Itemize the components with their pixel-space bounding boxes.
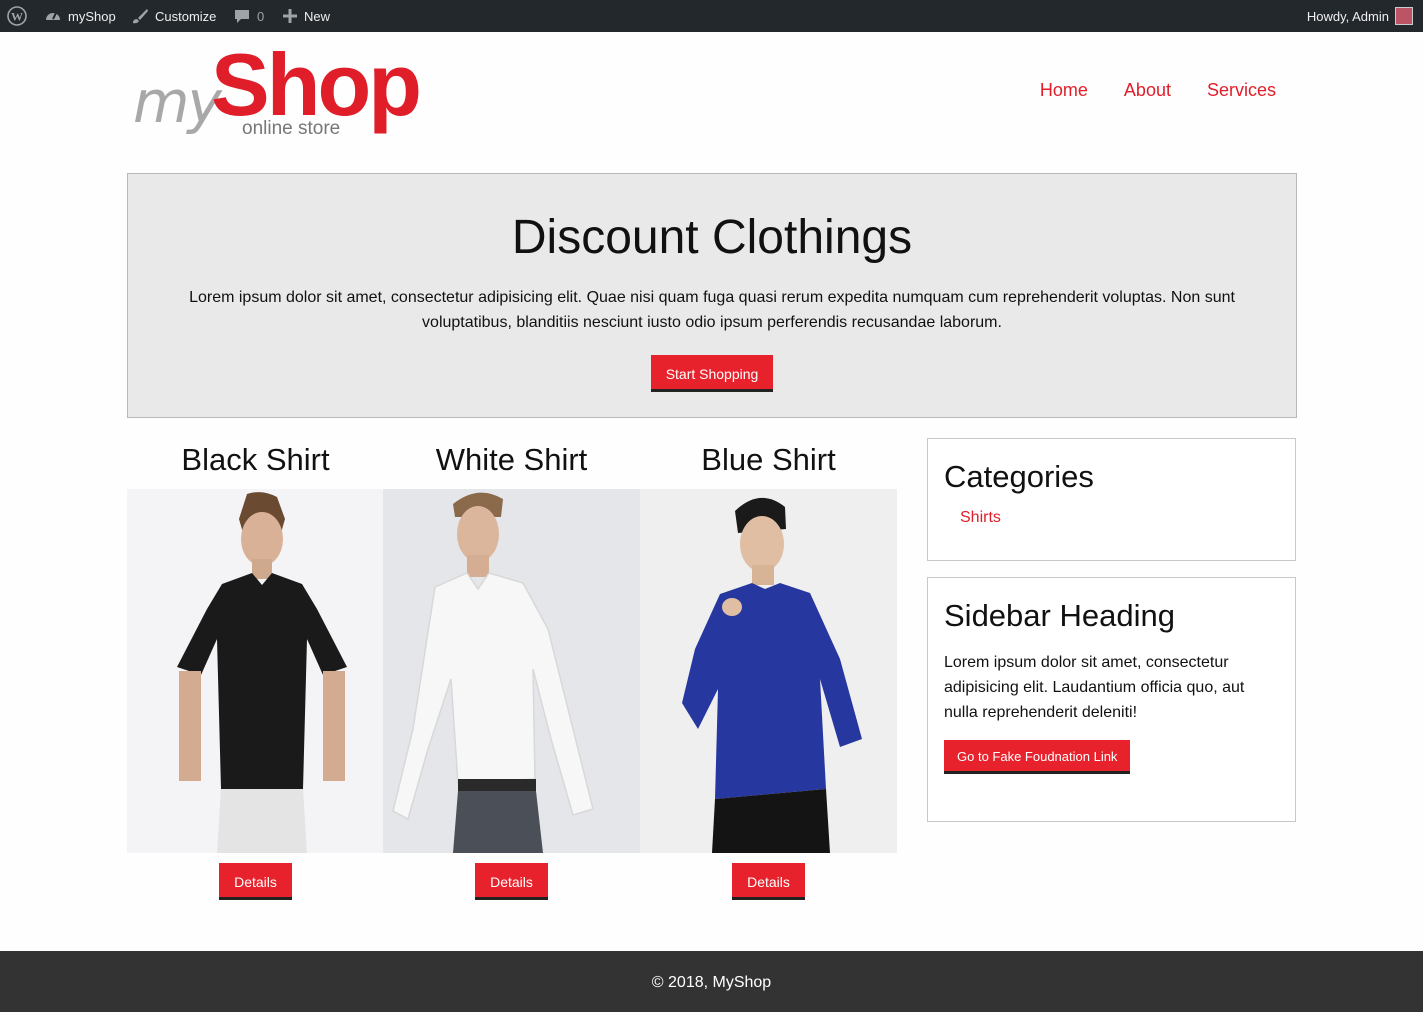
product-title: Blue Shirt xyxy=(701,442,836,477)
product-image-blue-shirt[interactable] xyxy=(640,489,897,853)
details-button[interactable]: Details xyxy=(732,863,805,900)
howdy-label: Howdy, Admin xyxy=(1306,8,1389,24)
fake-foundation-link-button[interactable]: Go to Fake Foudnation Link xyxy=(944,740,1131,774)
hero-title: Discount Clothings xyxy=(511,211,913,264)
site-name-link[interactable]: myShop xyxy=(44,0,116,32)
hero-banner: Discount Clothings Lorem ipsum dolor sit… xyxy=(127,173,1297,418)
copyright-text: © 2018, MyShop xyxy=(651,974,772,991)
site-name-label: myShop xyxy=(68,8,116,24)
product-image-white-shirt[interactable] xyxy=(383,489,640,853)
sidebar-heading: Sidebar Heading xyxy=(944,598,1175,633)
logo-tagline: online store xyxy=(242,118,341,139)
product-card: Black Shirt Details xyxy=(127,438,384,900)
comment-bubble-icon xyxy=(235,10,249,23)
product-card: Blue Shirt Details xyxy=(640,438,897,900)
account-menu[interactable]: Howdy, Admin xyxy=(1307,0,1413,32)
logo-my-text: my xyxy=(133,68,222,136)
product-image-black-shirt[interactable] xyxy=(127,489,384,853)
details-button[interactable]: Details xyxy=(475,863,548,900)
footer: © 2018, MyShop xyxy=(0,951,1423,1012)
site-logo[interactable]: my Shop online store xyxy=(131,35,422,150)
admin-bar: W myShop Customize 0 New Howdy, Admin xyxy=(0,0,1423,32)
plus-icon xyxy=(283,9,297,23)
wordpress-logo-button[interactable]: W xyxy=(7,0,27,32)
wordpress-icon: W xyxy=(7,6,27,26)
nav-home[interactable]: Home xyxy=(1040,80,1088,101)
product-title: White Shirt xyxy=(435,442,588,477)
categories-heading: Categories xyxy=(944,459,1094,494)
details-button[interactable]: Details xyxy=(219,863,292,900)
customize-link[interactable]: Customize xyxy=(131,0,216,32)
nav-services[interactable]: Services xyxy=(1207,80,1276,101)
svg-text:W: W xyxy=(11,10,23,24)
product-title: Black Shirt xyxy=(181,442,330,477)
category-link-shirts[interactable]: Shirts xyxy=(960,509,1295,527)
categories-widget: Categories Shirts xyxy=(927,438,1296,561)
product-card: White Shirt Details xyxy=(383,438,640,900)
hero-text: Lorem ipsum dolor sit amet, consectetur … xyxy=(189,289,1235,331)
customize-label: Customize xyxy=(155,8,217,24)
main-nav: Home About Services xyxy=(1040,80,1276,101)
sidebar-widget: Sidebar Heading Lorem ipsum dolor sit am… xyxy=(927,577,1296,822)
new-label: New xyxy=(304,8,331,24)
sidebar-text: Lorem ipsum dolor sit amet, consectetur … xyxy=(944,654,1245,721)
new-content-link[interactable]: New xyxy=(282,0,330,32)
brush-icon xyxy=(133,9,148,24)
start-shopping-button[interactable]: Start Shopping xyxy=(650,355,774,392)
comments-link[interactable]: 0 xyxy=(233,0,264,32)
avatar xyxy=(1395,7,1413,25)
comments-count: 0 xyxy=(257,8,265,24)
dashboard-icon xyxy=(46,12,60,20)
nav-about[interactable]: About xyxy=(1124,80,1171,101)
